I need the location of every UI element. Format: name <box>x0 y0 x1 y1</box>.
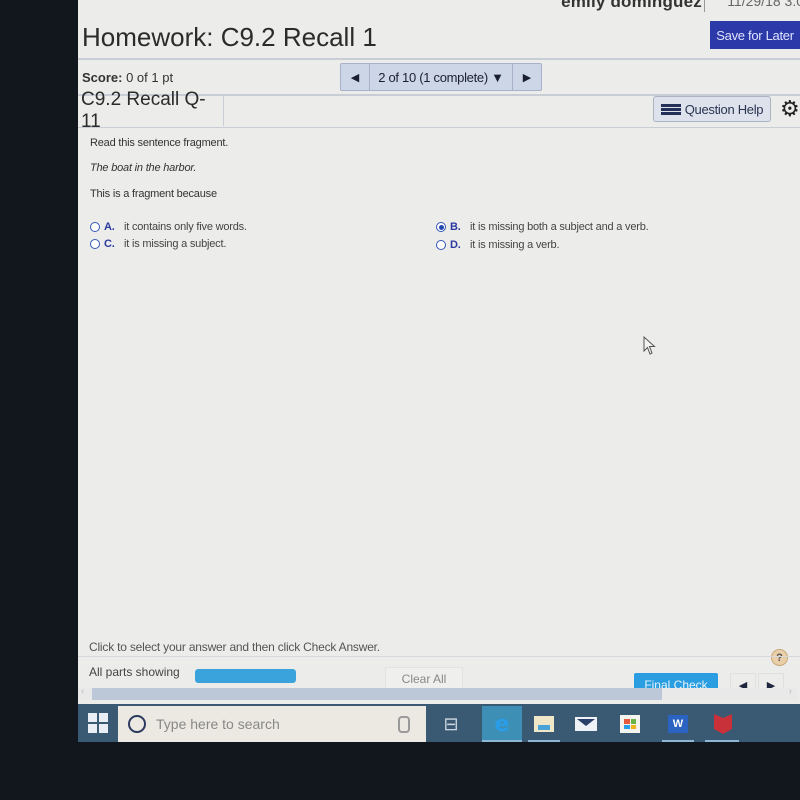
user-strip: emily dominguez 11/29/18 3:0 <box>78 0 800 12</box>
question-navigator: ◀ 2 of 10 (1 complete) ▼ ▶ <box>340 63 542 91</box>
score-label: Score: <box>82 70 123 85</box>
radio-a[interactable] <box>90 222 100 232</box>
radio-d[interactable] <box>436 240 446 250</box>
homework-title: Homework: C9.2 Recall 1 <box>82 22 377 52</box>
store-icon[interactable] <box>610 706 650 742</box>
choice-letter: C. <box>104 238 115 250</box>
radio-c[interactable] <box>90 239 100 249</box>
divider <box>78 58 800 60</box>
question-help-label: Question Help <box>684 101 764 117</box>
help-icon[interactable]: ? <box>771 649 788 666</box>
cortana-icon <box>128 715 146 733</box>
open-app-indicator <box>528 740 560 742</box>
mcafee-icon[interactable] <box>703 706 743 742</box>
arrow-right-icon: ▶ <box>522 71 532 84</box>
choice-b[interactable]: B. it is missing both a subject and a ve… <box>436 221 649 233</box>
parts-showing-label: All parts showing <box>89 665 180 679</box>
word-icon[interactable]: W <box>658 706 698 742</box>
horizontal-scrollbar[interactable]: ‹ › <box>78 686 798 700</box>
choice-text: it is missing both a subject and a verb. <box>470 221 649 233</box>
question-select-dropdown[interactable]: 2 of 10 (1 complete) ▼ <box>369 64 513 90</box>
search-placeholder: Type here to search <box>156 716 280 732</box>
scroll-right-icon[interactable]: › <box>789 686 792 697</box>
save-for-later-button[interactable]: Save for Later <box>710 21 800 49</box>
scrollbar-thumb[interactable] <box>92 688 662 700</box>
next-question-button[interactable]: ▶ <box>513 64 541 90</box>
mail-icon[interactable] <box>566 706 606 742</box>
score-value: 0 of 1 pt <box>126 70 174 85</box>
arrow-left-icon: ◀ <box>350 71 360 84</box>
user-name[interactable]: emily dominguez <box>561 0 702 12</box>
mouse-cursor-icon <box>643 336 656 355</box>
task-view-icon[interactable]: ⊟ <box>431 706 471 742</box>
active-app-indicator <box>482 740 522 742</box>
choice-text: it contains only five words. <box>124 221 247 233</box>
choice-c[interactable]: C. it is missing a subject. <box>90 238 226 250</box>
instruction-hint: Click to select your answer and then cli… <box>89 640 380 654</box>
scroll-left-icon[interactable]: ‹ <box>81 686 84 697</box>
score: Score: 0 of 1 pt <box>82 70 173 85</box>
radio-b-selected[interactable] <box>436 222 446 232</box>
date-text: 11/29/18 3:0 <box>727 0 800 9</box>
windows-taskbar: Type here to search ⊟ e W <box>78 704 800 742</box>
parts-progress-bar <box>195 669 296 683</box>
choice-letter: A. <box>104 221 115 233</box>
choice-a[interactable]: A. it contains only five words. <box>90 221 247 233</box>
microphone-icon[interactable] <box>398 715 410 733</box>
divider <box>78 127 800 128</box>
sentence-fragment: The boat in the harbor. <box>90 162 197 174</box>
previous-question-button[interactable]: ◀ <box>341 64 369 90</box>
gear-icon[interactable]: ⚙ <box>780 96 800 122</box>
progress-fill <box>195 669 296 683</box>
question-id: C9.2 Recall Q-11 <box>78 89 224 132</box>
divider <box>704 0 705 12</box>
choice-letter: B. <box>450 221 461 233</box>
choice-d[interactable]: D. it is missing a verb. <box>436 239 560 251</box>
divider <box>78 656 800 657</box>
open-app-indicator <box>705 740 739 742</box>
question-instruction: Read this sentence fragment. <box>90 137 229 149</box>
question-help-button[interactable]: Question Help <box>653 96 771 122</box>
edge-browser-icon[interactable]: e <box>482 706 522 742</box>
file-explorer-icon[interactable] <box>524 706 564 742</box>
taskbar-search-input[interactable]: Type here to search <box>118 706 426 742</box>
question-prompt: This is a fragment because <box>90 188 217 200</box>
choice-text: it is missing a subject. <box>124 238 227 250</box>
windows-start-icon[interactable] <box>88 713 108 733</box>
choice-text: it is missing a verb. <box>470 239 560 251</box>
choice-letter: D. <box>450 239 461 251</box>
browser-screen: emily dominguez 11/29/18 3:0 Homework: C… <box>78 0 800 742</box>
open-app-indicator <box>662 740 694 742</box>
list-icon <box>660 103 681 115</box>
